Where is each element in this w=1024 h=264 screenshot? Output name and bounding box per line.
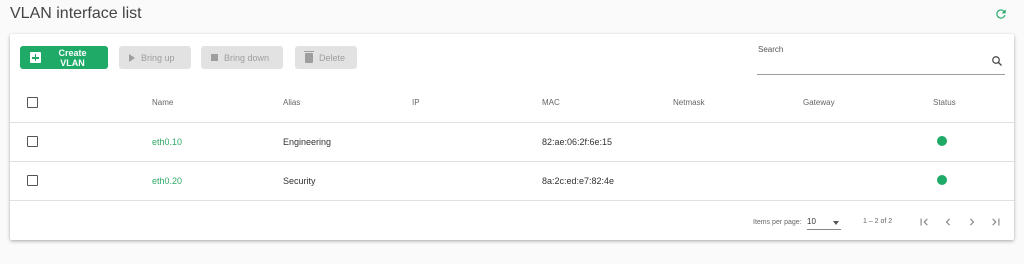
chevron-down-icon	[833, 221, 839, 225]
column-header-gateway[interactable]: Gateway	[803, 84, 933, 123]
alias-cell: Engineering	[283, 122, 412, 162]
vlan-table: Name Alias IP MAC Netmask Gateway Status…	[10, 84, 1014, 201]
column-header-name[interactable]: Name	[152, 84, 283, 123]
status-indicator	[937, 174, 947, 185]
gateway-cell	[803, 161, 933, 201]
bring-down-label: Bring down	[224, 52, 270, 63]
interface-name-link[interactable]: eth0.20	[152, 176, 182, 186]
bring-up-label: Bring up	[141, 52, 175, 63]
last-page-icon[interactable]	[989, 215, 1003, 229]
bring-down-button[interactable]: Bring down	[201, 46, 283, 69]
row-checkbox[interactable]	[27, 136, 38, 148]
search-input[interactable]	[757, 58, 977, 72]
table-row[interactable]: eth0.10 Engineering 82:ae:06:2f:6e:15	[10, 122, 1014, 162]
bring-up-button[interactable]: Bring up	[119, 46, 191, 69]
page-range-label: 1 – 2 of 2	[863, 218, 893, 225]
search-field: Search	[757, 42, 1005, 75]
stop-icon	[211, 54, 218, 61]
mac-cell: 82:ae:06:2f:6e:15	[542, 122, 673, 162]
ip-cell	[412, 161, 542, 201]
status-cell	[933, 122, 1014, 162]
mac-cell: 8a:2c:ed:e7:82:4e	[542, 161, 673, 201]
alias-cell: Security	[283, 161, 412, 201]
play-icon	[129, 53, 135, 62]
items-per-page-select[interactable]: 10	[807, 214, 841, 230]
next-page-icon[interactable]	[965, 215, 979, 229]
plus-icon	[30, 52, 41, 63]
interface-name-link[interactable]: eth0.10	[152, 137, 182, 147]
select-all-cell	[10, 84, 152, 123]
status-indicator	[937, 135, 947, 146]
table-row[interactable]: eth0.20 Security 8a:2c:ed:e7:82:4e	[10, 161, 1014, 201]
delete-label: Delete	[319, 52, 346, 63]
first-page-icon[interactable]	[917, 215, 931, 229]
row-checkbox[interactable]	[27, 175, 38, 187]
table-header-row: Name Alias IP MAC Netmask Gateway Status	[10, 84, 1014, 123]
delete-button[interactable]: Delete	[295, 46, 357, 69]
refresh-icon[interactable]	[994, 7, 1008, 21]
vlan-card: Create VLAN Bring up Bring down Delete S…	[10, 34, 1014, 240]
row-select-cell	[10, 122, 152, 162]
row-select-cell	[10, 161, 152, 201]
name-cell: eth0.20	[152, 161, 283, 201]
create-vlan-button[interactable]: Create VLAN	[20, 46, 108, 69]
items-per-page-value: 10	[807, 217, 816, 226]
items-per-page-label: Items per page:	[753, 219, 802, 226]
column-header-status[interactable]: Status	[933, 84, 1014, 123]
prev-page-icon[interactable]	[941, 215, 955, 229]
status-cell	[933, 161, 1014, 201]
page-title: VLAN interface list	[10, 5, 142, 22]
column-header-ip[interactable]: IP	[412, 84, 542, 123]
name-cell: eth0.10	[152, 122, 283, 162]
column-header-alias[interactable]: Alias	[283, 84, 412, 123]
paginator: Items per page: 10 1 – 2 of 2	[10, 212, 1014, 236]
netmask-cell	[673, 122, 803, 162]
gateway-cell	[803, 122, 933, 162]
create-vlan-label: Create VLAN	[58, 47, 87, 68]
ip-cell	[412, 122, 542, 162]
search-label: Search	[758, 45, 784, 54]
select-all-checkbox[interactable]	[27, 97, 38, 109]
column-header-netmask[interactable]: Netmask	[673, 84, 803, 123]
search-icon[interactable]	[991, 55, 1003, 67]
netmask-cell	[673, 161, 803, 201]
column-header-mac[interactable]: MAC	[542, 84, 673, 123]
trash-icon	[304, 50, 314, 63]
